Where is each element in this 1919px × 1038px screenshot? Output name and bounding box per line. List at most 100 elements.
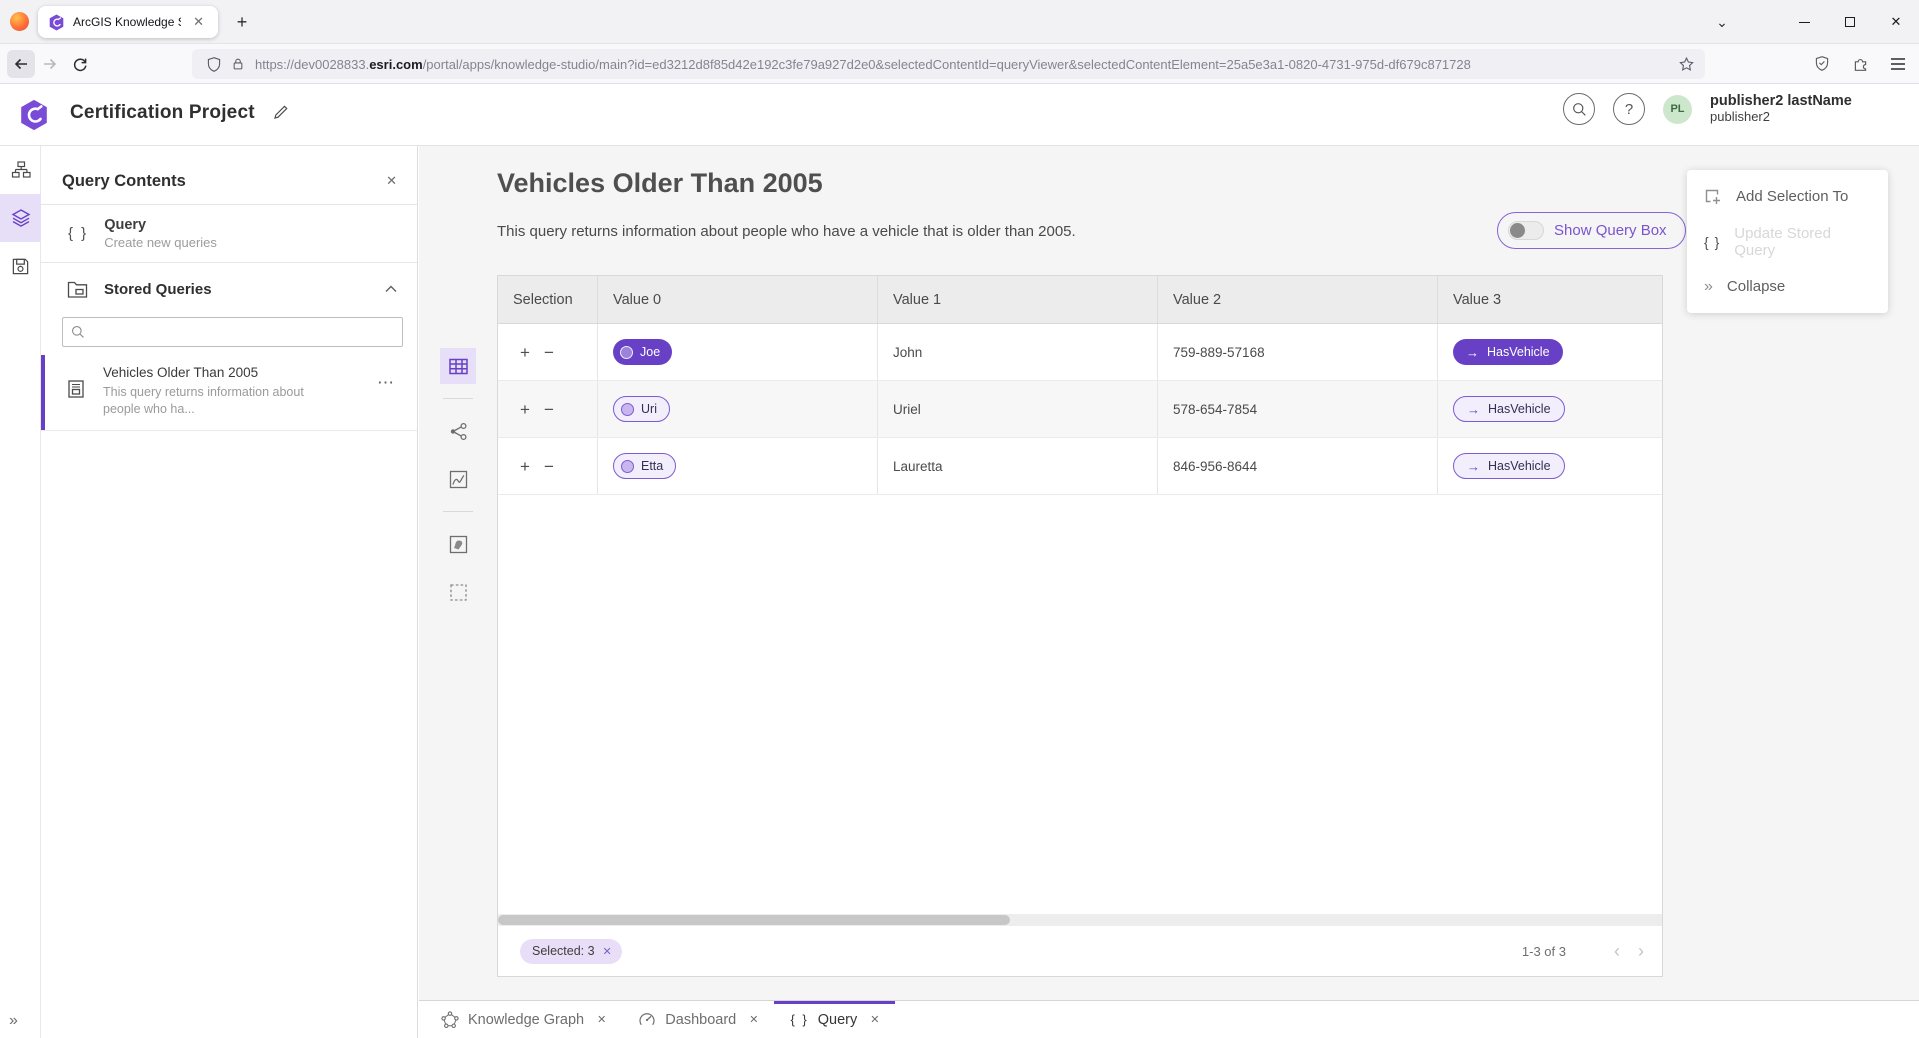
next-page-chevron[interactable]: › <box>1638 942 1644 960</box>
panel-close-icon[interactable]: ✕ <box>386 173 397 189</box>
double-chevron-right-icon: » <box>1704 278 1713 296</box>
entity-dot-icon <box>620 346 633 359</box>
add-to-selection-button[interactable]: + <box>520 401 530 418</box>
table-view-button[interactable] <box>440 348 476 384</box>
url-text[interactable]: https://dev0028833.esri.com/portal/apps/… <box>255 57 1471 72</box>
relationship-pill[interactable]: →HasVehicle <box>1453 339 1563 365</box>
query-item-title: Query <box>104 217 217 233</box>
tab-query[interactable]: { } Query ✕ <box>774 1001 895 1038</box>
column-header[interactable]: Selection <box>498 276 598 323</box>
cell-value: 846-956-8644 <box>1158 438 1438 494</box>
column-header[interactable]: Value 2 <box>1158 276 1438 323</box>
expand-panel-chevrons[interactable]: » <box>9 1012 18 1030</box>
braces-icon: { } <box>790 1012 808 1027</box>
tab-knowledge-graph[interactable]: Knowledge Graph ✕ <box>425 1001 622 1038</box>
stored-query-item[interactable]: Vehicles Older Than 2005 This query retu… <box>41 355 417 431</box>
arrow-right-icon: → <box>1467 459 1480 474</box>
tab-close-icon[interactable]: ✕ <box>749 1013 758 1026</box>
edit-pencil-icon[interactable] <box>272 103 290 121</box>
tab-close-icon[interactable]: ✕ <box>189 12 208 32</box>
horizontal-scrollbar[interactable] <box>498 914 1662 926</box>
relationship-pill[interactable]: →HasVehicle <box>1453 453 1565 479</box>
previous-page-chevron[interactable]: ‹ <box>1614 942 1620 960</box>
new-tab-button[interactable]: + <box>230 10 254 34</box>
column-header[interactable]: Value 3 <box>1438 276 1662 323</box>
table-footer: Selected: 3 ✕ 1-3 of 3 ‹ › <box>498 926 1662 976</box>
tracking-protection-shield-icon[interactable] <box>206 56 222 73</box>
menu-item-add-selection-to[interactable]: Add Selection To <box>1687 174 1888 219</box>
arcgis-knowledge-icon <box>48 14 65 31</box>
link-chart-view-button[interactable] <box>440 413 476 449</box>
firefox-icon[interactable] <box>10 12 29 31</box>
query-item-subtitle: Create new queries <box>104 235 217 250</box>
window-minimize-button[interactable] <box>1781 0 1827 44</box>
menu-item-update-stored-query[interactable]: { } Update Stored Query <box>1687 219 1888 264</box>
search-button[interactable] <box>1563 93 1595 125</box>
tab-close-icon[interactable]: ✕ <box>597 1013 606 1026</box>
box-plus-icon <box>1704 188 1722 206</box>
tab-close-icon[interactable]: ✕ <box>870 1013 879 1026</box>
list-tabs-chevron-icon[interactable]: ⌄ <box>1710 10 1734 34</box>
stored-queries-header[interactable]: Stored Queries <box>41 263 417 315</box>
selection-context-menu: Add Selection To { } Update Stored Query… <box>1687 170 1888 313</box>
map-view-button[interactable] <box>440 526 476 562</box>
user-block[interactable]: publisher2 lastName publisher2 <box>1710 93 1852 125</box>
add-to-selection-button[interactable]: + <box>520 344 530 361</box>
stored-queries-searchbox[interactable] <box>62 317 403 347</box>
bookmark-star-icon[interactable] <box>1678 56 1695 73</box>
braces-icon: { } <box>1704 234 1720 250</box>
selected-count-chip[interactable]: Selected: 3 ✕ <box>520 939 622 964</box>
stored-query-doc-icon <box>66 379 86 399</box>
hamburger-menu-icon[interactable] <box>1884 50 1912 78</box>
cell-value: Uriel <box>878 381 1158 437</box>
table-row: + − Uri Uriel 578-654-7854 →HasVehicle <box>498 381 1662 438</box>
add-to-selection-button[interactable]: + <box>520 458 530 475</box>
page-title: Vehicles Older Than 2005 <box>497 168 823 199</box>
browser-tab-title: ArcGIS Knowledge Studio <box>73 15 181 29</box>
tab-dashboard[interactable]: Dashboard ✕ <box>622 1001 774 1038</box>
forward-button[interactable] <box>36 50 64 78</box>
lock-icon[interactable] <box>231 56 245 72</box>
entity-pill[interactable]: Joe <box>613 339 672 365</box>
extensions-puzzle-icon[interactable] <box>1846 50 1874 78</box>
column-header[interactable]: Value 0 <box>598 276 878 323</box>
clear-selection-icon[interactable]: ✕ <box>603 945 612 958</box>
back-button[interactable] <box>7 50 35 78</box>
show-query-box-toggle[interactable]: Show Query Box <box>1497 212 1686 249</box>
pocket-shield-icon[interactable] <box>1808 50 1836 78</box>
window-close-button[interactable]: ✕ <box>1873 0 1919 44</box>
url-bar[interactable]: https://dev0028833.esri.com/portal/apps/… <box>192 49 1705 79</box>
entity-pill[interactable]: Etta <box>613 453 676 479</box>
browser-tab[interactable]: ArcGIS Knowledge Studio ✕ <box>38 6 218 38</box>
rail-save-button[interactable] <box>0 242 41 290</box>
bottom-tab-bar: Knowledge Graph ✕ Dashboard ✕ { } Query … <box>419 1000 1919 1038</box>
remove-from-selection-button[interactable]: − <box>544 458 554 475</box>
avatar[interactable]: PL <box>1663 95 1692 124</box>
rail-data-model-button[interactable] <box>0 146 41 194</box>
cell-value: John <box>878 324 1158 380</box>
select-view-button[interactable] <box>440 574 476 610</box>
scrollbar-thumb[interactable] <box>498 915 1010 925</box>
item-options-ellipsis-icon[interactable]: ⋯ <box>377 373 395 393</box>
knowledge-graph-icon <box>441 1011 459 1029</box>
remove-from-selection-button[interactable]: − <box>544 344 554 361</box>
entity-dot-icon <box>621 460 634 473</box>
toggle-switch[interactable] <box>1508 221 1544 240</box>
search-input[interactable] <box>91 325 394 340</box>
screen: ArcGIS Knowledge Studio ✕ + ⌄ ✕ <box>0 0 1919 1038</box>
relationship-pill[interactable]: →HasVehicle <box>1453 396 1565 422</box>
chevron-up-icon[interactable] <box>385 285 397 293</box>
chart-view-button[interactable] <box>440 461 476 497</box>
rail-layers-button[interactable] <box>0 194 41 242</box>
left-rail: » <box>0 146 41 1038</box>
help-button[interactable]: ? <box>1613 93 1645 125</box>
window-maximize-button[interactable] <box>1827 0 1873 44</box>
menu-item-collapse[interactable]: » Collapse <box>1687 264 1888 309</box>
column-header[interactable]: Value 1 <box>878 276 1158 323</box>
reload-button[interactable] <box>66 50 94 78</box>
dashboard-gauge-icon <box>638 1011 656 1029</box>
query-item[interactable]: { } Query Create new queries <box>41 205 417 263</box>
remove-from-selection-button[interactable]: − <box>544 401 554 418</box>
entity-pill[interactable]: Uri <box>613 396 670 422</box>
braces-icon: { } <box>68 225 88 242</box>
